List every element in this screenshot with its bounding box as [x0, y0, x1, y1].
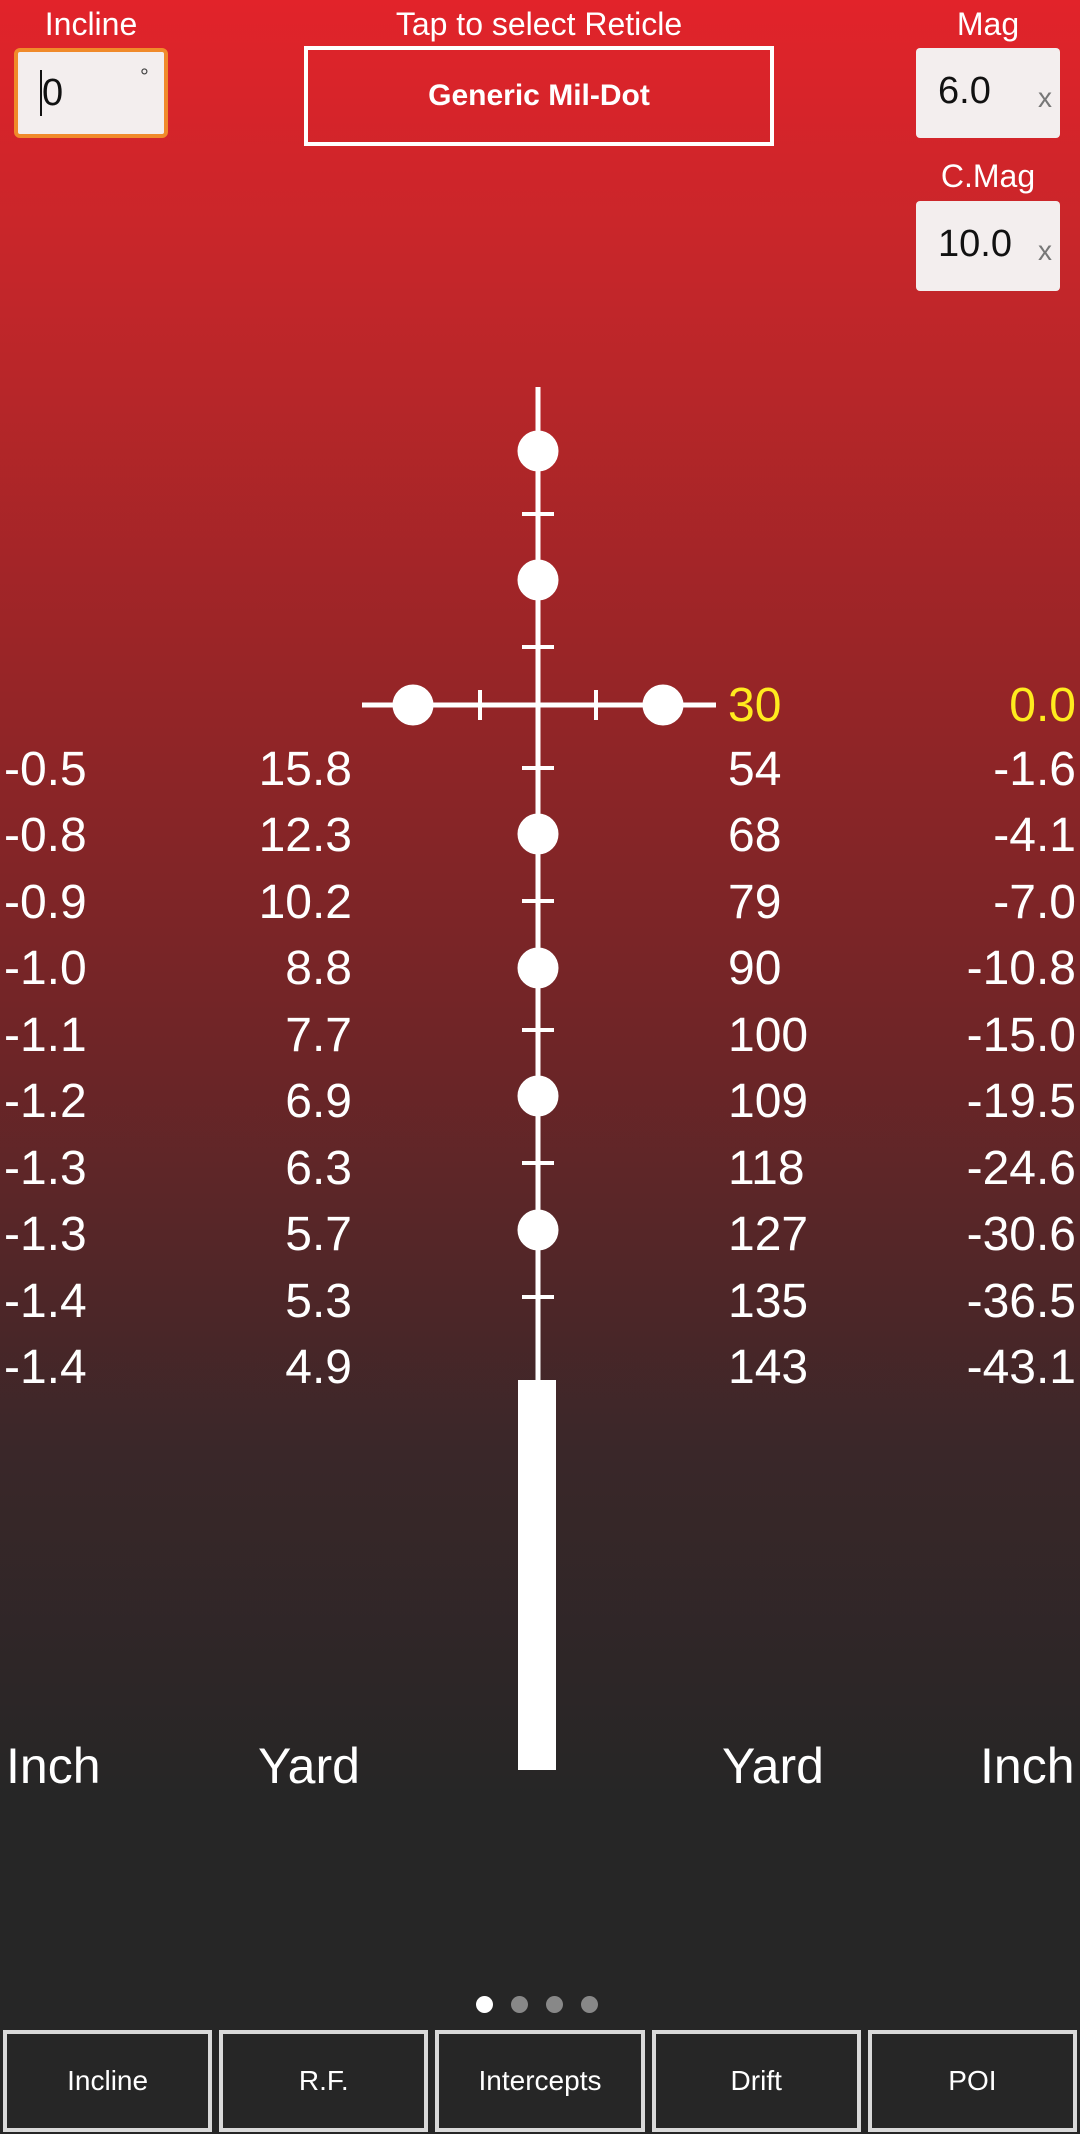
inch-right-cell: -24.6 — [966, 1142, 1076, 1195]
page-dot[interactable] — [511, 1996, 528, 2013]
inch-left-cell: -0.5 — [4, 743, 87, 796]
bottom-tab-bar: Incline R.F. Intercepts Drift POI — [3, 2030, 1078, 2132]
mil-dot — [517, 559, 559, 601]
tab-intercepts[interactable]: Intercepts — [435, 2030, 645, 2132]
mil-dot — [517, 947, 559, 989]
inch-right-cell: -1.6 — [993, 743, 1076, 796]
yard-left-cell: 5.7 — [285, 1208, 352, 1261]
inch-left-cell: -0.9 — [4, 876, 87, 929]
inch-right-cell: -7.0 — [993, 876, 1076, 929]
page-dot-active[interactable] — [476, 1996, 493, 2013]
tab-drift[interactable]: Drift — [651, 2030, 861, 2132]
yard-left-cell: 10.2 — [258, 876, 352, 929]
tab-incline[interactable]: Incline — [3, 2030, 213, 2132]
inch-left-cell: -1.4 — [4, 1275, 87, 1328]
yard-left-cell: 6.9 — [285, 1075, 352, 1128]
mil-dot — [517, 1209, 559, 1251]
mil-dot — [517, 1075, 559, 1117]
page-dot[interactable] — [546, 1996, 563, 2013]
mil-dot — [392, 684, 434, 726]
yard-left-cell: 4.9 — [285, 1341, 352, 1394]
unit-inch-left: Inch — [6, 1738, 101, 1794]
inch-left-cell: -1.0 — [4, 942, 87, 995]
inch-left-cell: -1.3 — [4, 1142, 87, 1195]
unit-yard-left: Yard — [258, 1738, 360, 1794]
inch-left-cell: -1.1 — [4, 1009, 87, 1062]
unit-yard-right: Yard — [722, 1738, 824, 1794]
yard-left-cell: 6.3 — [285, 1142, 352, 1195]
reticle-post — [518, 1380, 556, 1770]
reticle-graphic — [362, 387, 716, 1770]
inch-right-cell: -10.8 — [966, 942, 1076, 995]
inch-right-cell: -30.6 — [966, 1208, 1076, 1261]
inch-left-cell: -1.2 — [4, 1075, 87, 1128]
inch-right-cell: -36.5 — [966, 1275, 1076, 1328]
inch-right-cell: -19.5 — [966, 1075, 1076, 1128]
zero-inch: 0.0 — [1009, 679, 1076, 732]
tab-poi[interactable]: POI — [867, 2030, 1078, 2132]
mil-dot — [642, 684, 684, 726]
yard-left-cell: 8.8 — [285, 942, 352, 995]
tab-rf[interactable]: R.F. — [219, 2030, 429, 2132]
yard-left-cell: 12.3 — [258, 809, 352, 862]
inch-left-cell: -1.4 — [4, 1341, 87, 1394]
yard-left-cell: 7.7 — [285, 1009, 352, 1062]
inch-right-cell: -4.1 — [993, 809, 1076, 862]
yard-left-cell: 5.3 — [285, 1275, 352, 1328]
inch-left-cell: -0.8 — [4, 809, 87, 862]
inch-right-cell: -15.0 — [966, 1009, 1076, 1062]
page-dot[interactable] — [581, 1996, 598, 2013]
inch-right-cell: -43.1 — [966, 1341, 1076, 1394]
unit-inch-right: Inch — [980, 1738, 1075, 1794]
mil-dot — [517, 813, 559, 855]
inch-left-cell: -1.3 — [4, 1208, 87, 1261]
mil-dot — [517, 430, 559, 472]
page-indicator — [476, 1996, 598, 2013]
yard-left-cell: 15.8 — [258, 743, 352, 796]
